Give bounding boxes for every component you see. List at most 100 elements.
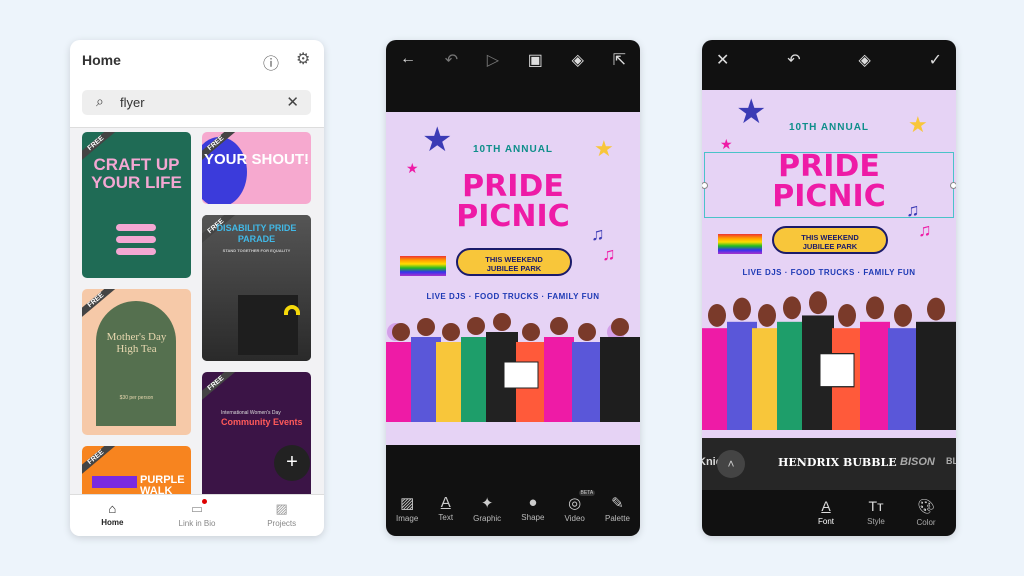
- nav-label: Projects: [267, 519, 297, 528]
- text-tabs: A Font Tт Style 🎨︎ Color: [702, 490, 956, 536]
- layers-icon[interactable]: ◈: [572, 50, 584, 70]
- poster-where: JUBILEE PARK: [486, 264, 542, 273]
- template-subtitle: STAND TOGETHER FOR EQUALITY: [222, 248, 291, 253]
- font-option[interactable]: BL: [946, 456, 956, 466]
- music-note-icon: ♫: [906, 200, 920, 220]
- add-button[interactable]: +: [274, 445, 310, 481]
- clear-search-icon[interactable]: ✕: [286, 93, 299, 111]
- crowd-illustration: [702, 291, 956, 430]
- nav-link-in-bio[interactable]: ▭ Link in Bio: [155, 495, 240, 536]
- template-card[interactable]: FREE CRAFT UP YOUR LIFE: [82, 132, 191, 278]
- video-icon: ◎: [568, 495, 582, 512]
- font-picker[interactable]: Knick ˄ HENDRIX BUBBLE BISON BL: [702, 438, 956, 490]
- tool-image[interactable]: ▨ Image: [396, 494, 418, 536]
- poster-location-pill: THIS WEEKEND JUBILEE PARK: [456, 248, 572, 276]
- poster-annual: 10TH ANNUAL: [788, 122, 870, 133]
- star-icon: ★: [720, 136, 733, 152]
- search-input[interactable]: ⌕ flyer ✕: [82, 90, 311, 115]
- font-option-selected[interactable]: HENDRIX BUBBLE: [778, 456, 897, 469]
- free-badge: FREE: [82, 446, 122, 480]
- shape-icon: ●: [528, 494, 538, 511]
- layers-icon[interactable]: ◈: [858, 50, 870, 70]
- tool-label: Shape: [521, 513, 545, 522]
- editor-tools: ▨ Image A Text ✦ Graphic ● Shape BETA ◎ Video …: [386, 486, 640, 536]
- image-icon: ▨: [275, 501, 288, 516]
- tool-video[interactable]: BETA ◎ Video: [565, 490, 596, 536]
- editor-screen: ← ↶ ▷ ▣ ◈ ⇱ ★ ★ ★ 10TH ANNUAL PRIDE PICN…: [386, 40, 640, 536]
- close-icon[interactable]: ✕: [716, 50, 729, 70]
- template-card[interactable]: FREE YOUR SHOUT!: [202, 132, 311, 204]
- search-value: flyer: [120, 95, 145, 110]
- design-canvas[interactable]: ★ ★ ★ 10TH ANNUAL PRIDE PICNIC THIS WEEK…: [702, 90, 956, 438]
- text-editor-screen: ✕ ↶ ◈ ✓ ★ ★ ★ 10TH ANNUAL PRIDE PICNIC T…: [702, 40, 956, 536]
- nav-label: Home: [101, 518, 124, 527]
- poster-features: LIVE DJS · FOOD TRUCKS · FAMILY FUN: [426, 292, 600, 301]
- tab-font[interactable]: A Font: [812, 498, 840, 536]
- template-card[interactable]: FREE International Women's Day Community…: [202, 372, 311, 502]
- font-icon: A: [821, 498, 831, 514]
- gear-icon[interactable]: ⚙: [296, 49, 310, 69]
- page-title: Home: [82, 52, 121, 68]
- template-title: Community Events: [221, 417, 303, 427]
- palette-icon: 🎨︎: [917, 498, 935, 514]
- tool-label: Image: [396, 514, 419, 523]
- palette-icon: ✎: [611, 495, 624, 512]
- template-title: DISABILITY PRIDE PARADE: [216, 223, 297, 244]
- share-icon[interactable]: ⇱: [613, 50, 626, 70]
- music-note-icon: ♫: [602, 244, 616, 264]
- tab-label: Style: [867, 517, 885, 526]
- check-icon[interactable]: ✓: [929, 50, 942, 70]
- design-canvas[interactable]: ★ ★ ★ 10TH ANNUAL PRIDE PICNIC THIS WEEK…: [386, 112, 640, 445]
- home-screen: Home ⓘ ⚙ ⌕ flyer ✕ FREE CRAFT UP YOUR LI…: [70, 40, 324, 536]
- tool-graphic[interactable]: ✦ Graphic: [473, 494, 501, 536]
- poster-when: THIS WEEKEND: [485, 255, 543, 264]
- resize-handle[interactable]: [950, 182, 956, 189]
- template-subtitle: International Women's Day: [221, 410, 281, 416]
- music-note-icon: ♫: [918, 220, 932, 240]
- play-icon[interactable]: ▷: [487, 50, 499, 70]
- template-card[interactable]: FREE DISABILITY PRIDE PARADE STAND TOGET…: [202, 215, 311, 361]
- template-title: Mother's Day High Tea: [106, 331, 167, 355]
- poster-location-pill: THIS WEEKEND JUBILEE PARK: [772, 226, 888, 254]
- poster-where: JUBILEE PARK: [802, 242, 858, 251]
- template-subtitle: $30 per person: [119, 395, 154, 401]
- resize-icon[interactable]: ▣: [528, 50, 543, 70]
- style-icon: Tт: [868, 498, 884, 514]
- poster-when: THIS WEEKEND: [801, 233, 859, 242]
- nav-projects[interactable]: ▨ Projects: [239, 495, 324, 536]
- rainbow-flag: [400, 256, 446, 276]
- tab-color[interactable]: 🎨︎ Color: [912, 498, 940, 536]
- text-icon: A: [440, 494, 451, 511]
- template-card[interactable]: FREE Mother's Day High Tea $30 per perso…: [82, 289, 191, 435]
- image-icon: ▨: [400, 495, 415, 512]
- tool-text[interactable]: A Text: [438, 494, 453, 536]
- text-editor-toolbar: ✕ ↶ ◈ ✓: [702, 40, 956, 80]
- graphic-icon: ✦: [480, 495, 494, 512]
- beta-badge: BETA: [578, 490, 596, 496]
- free-badge: FREE: [202, 372, 242, 406]
- tab-label: Color: [916, 518, 936, 527]
- template-title: CRAFT UP YOUR LIFE: [91, 155, 182, 192]
- back-icon[interactable]: ←: [400, 50, 416, 70]
- resize-handle[interactable]: [702, 182, 708, 189]
- undo-icon[interactable]: ↶: [787, 50, 800, 70]
- poster-features: LIVE DJS · FOOD TRUCKS · FAMILY FUN: [742, 268, 916, 277]
- browser-icon: ▭: [190, 501, 204, 516]
- help-icon[interactable]: ⓘ: [263, 50, 279, 74]
- rainbow-flag: [718, 234, 762, 254]
- chevron-up-icon[interactable]: ˄: [717, 450, 745, 478]
- crowd-illustration: [386, 313, 640, 422]
- font-option[interactable]: BISON: [900, 456, 935, 468]
- home-icon: ⌂: [108, 501, 117, 516]
- header: Home ⓘ ⚙ ⌕ flyer ✕: [70, 40, 324, 128]
- music-note-icon: ♫: [591, 224, 605, 244]
- tab-style[interactable]: Tт Style: [862, 498, 890, 536]
- editor-toolbar: ← ↶ ▷ ▣ ◈ ⇱: [386, 40, 640, 80]
- tool-label: Text: [438, 513, 454, 522]
- nav-home[interactable]: ⌂ Home: [70, 495, 155, 536]
- undo-icon[interactable]: ↶: [445, 50, 458, 70]
- poster-annual: 10TH ANNUAL: [472, 144, 554, 155]
- tool-shape[interactable]: ● Shape: [521, 494, 544, 536]
- tool-palette[interactable]: ✎ Palette: [605, 494, 630, 536]
- notification-dot: [201, 499, 207, 504]
